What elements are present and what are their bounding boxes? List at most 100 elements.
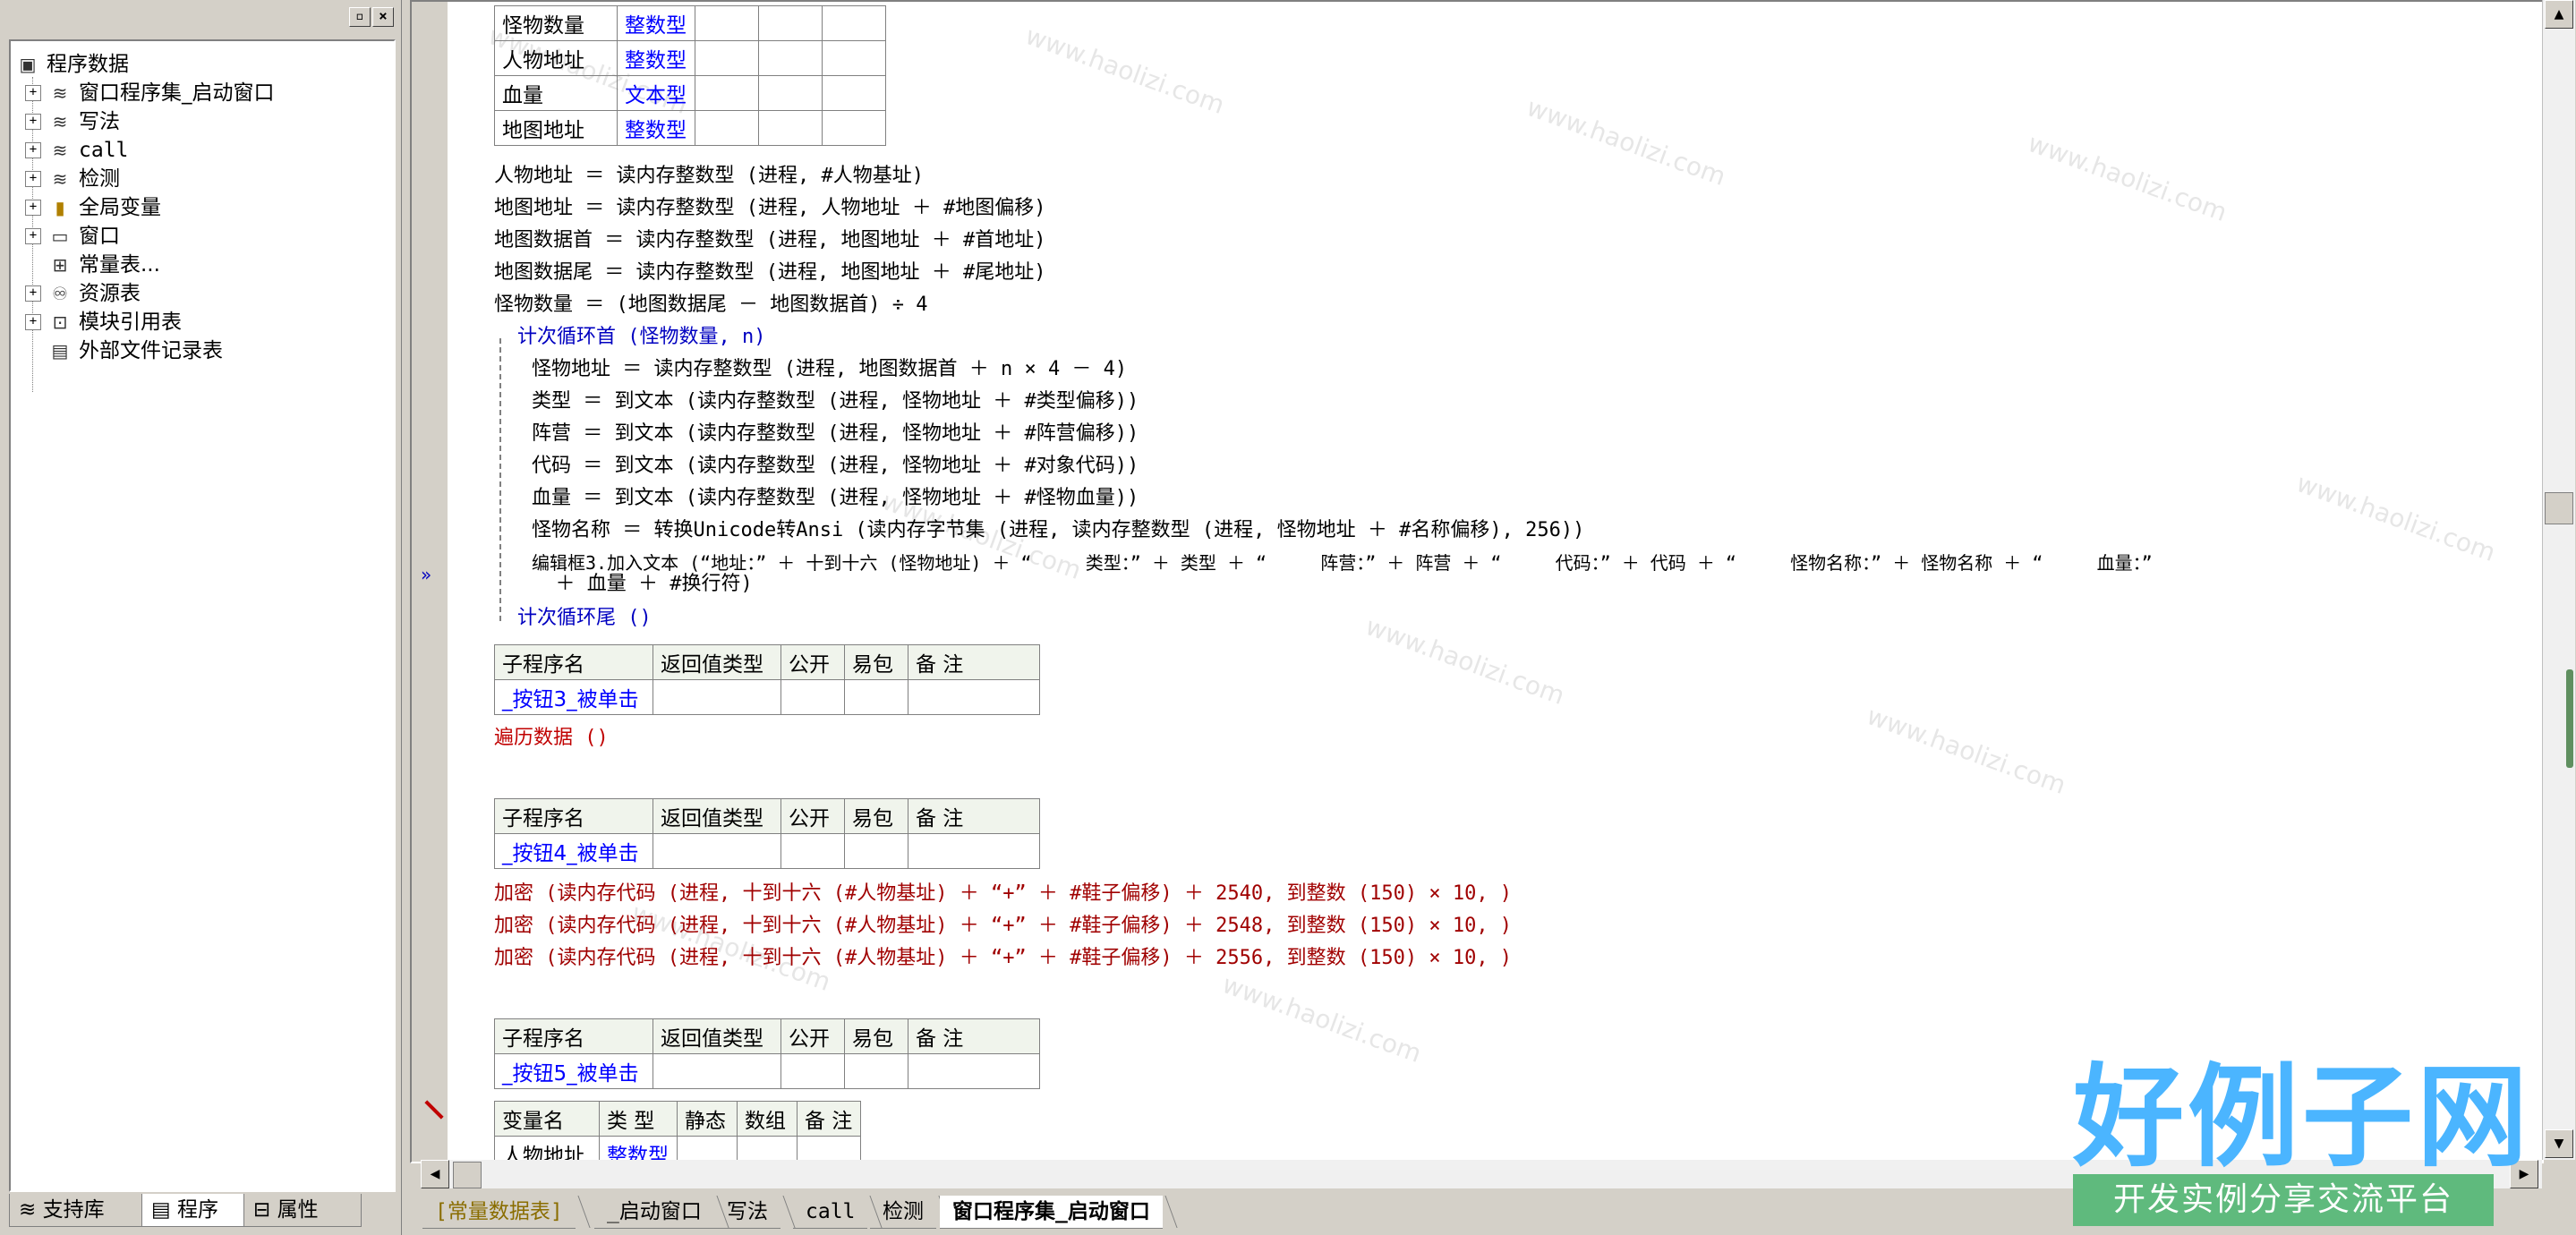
tree-item-constants[interactable]: ⊞ 常量表... (25, 251, 160, 279)
var-name-cell[interactable]: 地图地址 (494, 110, 618, 146)
tree-item-startup-window[interactable]: + ≋ 窗口程序集_启动窗口 (25, 79, 275, 107)
loop-head[interactable]: 计次循环首 (怪物数量, n) (517, 324, 765, 351)
tab-program[interactable]: ▤ 程序 (141, 1194, 254, 1227)
subroutine-name-cell[interactable]: _按钮5_被单击 (494, 1053, 653, 1089)
empty-cell[interactable] (822, 40, 886, 76)
code-line[interactable]: 地图数据尾 ＝ 读内存整数型 (进程, 地图地址 ＋ #尾地址) (494, 260, 1045, 286)
tree-item-call[interactable]: + ≋ call (25, 136, 128, 165)
tree-item-file-records[interactable]: ▤ 外部文件记录表 (25, 336, 223, 365)
expand-icon[interactable]: + (25, 142, 41, 158)
tab-startup-assembly[interactable]: 窗口程序集_启动窗口 (940, 1196, 1163, 1229)
tree-item-module-refs[interactable]: + ⊡ 模块引用表 (25, 308, 182, 336)
code-line[interactable]: 地图地址 ＝ 读内存整数型 (进程, 人物地址 ＋ #地图偏移) (494, 195, 1045, 222)
table-row[interactable]: 人物地址 整数型 (494, 40, 886, 76)
scroll-left-button[interactable]: ◀ (421, 1160, 449, 1188)
empty-cell[interactable] (844, 1053, 908, 1089)
var-name-cell[interactable]: 怪物数量 (494, 5, 618, 41)
tab-check[interactable]: 检测 (870, 1196, 936, 1229)
code-line[interactable]: 地图数据首 ＝ 读内存整数型 (进程, 地图地址 ＋ #首地址) (494, 227, 1045, 254)
empty-cell[interactable] (653, 833, 781, 869)
empty-cell[interactable] (653, 1053, 781, 1089)
expand-icon[interactable]: + (25, 200, 41, 216)
subroutine-name-cell[interactable]: _按钮4_被单击 (494, 833, 653, 869)
tab-constants[interactable]: [常量数据表] (422, 1196, 576, 1229)
tree-item-xiefa[interactable]: + ≋ 写法 (25, 107, 120, 136)
code-line[interactable]: 加密 (读内存代码 (进程, 十到十六 (#人物基址) ＋ “+” ＋ #鞋子偏… (494, 945, 1512, 972)
loop-tail[interactable]: 计次循环尾 () (517, 605, 652, 632)
code-editor[interactable]: » www.haolizi.com www.haolizi.com www.ha… (410, 0, 2544, 1163)
empty-cell[interactable] (844, 679, 908, 715)
tab-support-lib[interactable]: ≋ 支持库 (9, 1194, 150, 1227)
expand-icon[interactable]: + (25, 228, 41, 244)
expand-icon[interactable]: + (25, 285, 41, 302)
tree-item-global-vars[interactable]: + ▮ 全局变量 (25, 193, 161, 222)
code-line[interactable]: 遍历数据 () (494, 725, 609, 752)
tree-item-check[interactable]: + ≋ 检测 (25, 165, 120, 193)
code-line[interactable]: 编辑框3.加入文本 (“地址：” ＋ 十到十六 (怪物地址) ＋ “ 类型：” … (532, 549, 2153, 576)
empty-cell[interactable] (822, 5, 886, 41)
hscroll-thumb[interactable] (453, 1162, 482, 1188)
table-row[interactable]: _按钮4_被单击 (494, 833, 1040, 869)
restore-button[interactable]: ▫ (349, 7, 371, 27)
empty-cell[interactable] (695, 110, 759, 146)
scroll-up-button[interactable]: ▲ (2545, 0, 2573, 29)
var-name-cell[interactable]: 血量 (494, 75, 618, 111)
tab-properties[interactable]: ⊟ 属性 (243, 1194, 362, 1227)
table-row[interactable]: 地图地址 整数型 (494, 110, 886, 146)
empty-cell[interactable] (758, 75, 823, 111)
empty-cell[interactable] (908, 833, 1040, 869)
empty-cell[interactable] (844, 833, 908, 869)
close-button[interactable]: × (372, 7, 394, 27)
code-line[interactable]: 加密 (读内存代码 (进程, 十到十六 (#人物基址) ＋ “+” ＋ #鞋子偏… (494, 913, 1512, 940)
empty-cell[interactable] (695, 5, 759, 41)
empty-cell[interactable] (908, 1053, 1040, 1089)
scroll-thumb[interactable] (2545, 492, 2573, 524)
var-type-cell[interactable]: 文本型 (617, 75, 695, 111)
empty-cell[interactable] (758, 40, 823, 76)
column-header: 静态 (677, 1101, 738, 1137)
table-row[interactable]: _按钮5_被单击 (494, 1053, 1040, 1089)
table-row[interactable]: 血量 文本型 (494, 75, 886, 111)
tab-call[interactable]: call (793, 1196, 868, 1229)
code-line[interactable]: 阵营 ＝ 到文本 (读内存整数型 (进程, 怪物地址 ＋ #阵营偏移)) (532, 421, 1139, 447)
expand-icon[interactable]: + (25, 314, 41, 330)
empty-cell[interactable] (695, 40, 759, 76)
code-line[interactable]: 怪物名称 ＝ 转换Unicode转Ansi (读内存字节集 (进程, 读内存整数… (532, 517, 1584, 544)
var-name-cell[interactable]: 人物地址 (494, 40, 618, 76)
code-line[interactable]: 加密 (读内存代码 (进程, 十到十六 (#人物基址) ＋ “+” ＋ #鞋子偏… (494, 881, 1512, 907)
empty-cell[interactable] (653, 679, 781, 715)
empty-cell[interactable] (780, 833, 845, 869)
project-tree[interactable]: ▣ 程序数据 + ≋ 窗口程序集_启动窗口 + ≋ 写法 + ≋ call + ≋ 检测 + ▮ 全… (9, 39, 396, 1192)
empty-cell[interactable] (695, 75, 759, 111)
code-line[interactable]: 类型 ＝ 到文本 (读内存整数型 (进程, 怪物地址 ＋ #类型偏移)) (532, 388, 1139, 415)
empty-cell[interactable] (822, 75, 886, 111)
vertical-scrollbar[interactable]: ▲ ▼ (2542, 0, 2575, 1160)
code-line[interactable]: 怪物地址 ＝ 读内存整数型 (进程, 地图数据首 ＋ n × 4 － 4) (532, 356, 1127, 383)
table-row[interactable]: 怪物数量 整数型 (494, 5, 886, 41)
empty-cell[interactable] (908, 679, 1040, 715)
expand-icon[interactable]: + (25, 85, 41, 101)
tab-startup-window[interactable]: _启动窗口 (594, 1196, 714, 1229)
tree-root[interactable]: ▣ 程序数据 (16, 50, 129, 79)
code-line[interactable]: 怪物数量 ＝ (地图数据尾 － 地图数据首) ÷ 4 (494, 292, 927, 319)
table-row[interactable]: _按钮3_被单击 (494, 679, 1040, 715)
code-line-continued[interactable]: ＋ 血量 ＋ #换行符) (532, 571, 752, 598)
tree-item-resources[interactable]: + ♾ 资源表 (25, 279, 141, 308)
scroll-down-button[interactable]: ▼ (2545, 1129, 2573, 1158)
empty-cell[interactable] (780, 679, 845, 715)
empty-cell[interactable] (758, 110, 823, 146)
empty-cell[interactable] (780, 1053, 845, 1089)
expand-icon[interactable]: + (25, 114, 41, 130)
empty-cell[interactable] (822, 110, 886, 146)
code-line[interactable]: 代码 ＝ 到文本 (读内存整数型 (进程, 怪物地址 ＋ #对象代码)) (532, 453, 1139, 480)
empty-cell[interactable] (758, 5, 823, 41)
var-type-cell[interactable]: 整数型 (617, 40, 695, 76)
tree-item-window[interactable]: + ▭ 窗口 (25, 222, 120, 251)
code-line[interactable]: 血量 ＝ 到文本 (读内存整数型 (进程, 怪物地址 ＋ #怪物血量)) (532, 485, 1139, 512)
tab-xiefa[interactable]: 写法 (714, 1196, 780, 1229)
var-type-cell[interactable]: 整数型 (617, 5, 695, 41)
var-type-cell[interactable]: 整数型 (617, 110, 695, 146)
code-line[interactable]: 人物地址 ＝ 读内存整数型 (进程, #人物基址) (494, 163, 924, 190)
expand-icon[interactable]: + (25, 171, 41, 187)
subroutine-name-cell[interactable]: _按钮3_被单击 (494, 679, 653, 715)
